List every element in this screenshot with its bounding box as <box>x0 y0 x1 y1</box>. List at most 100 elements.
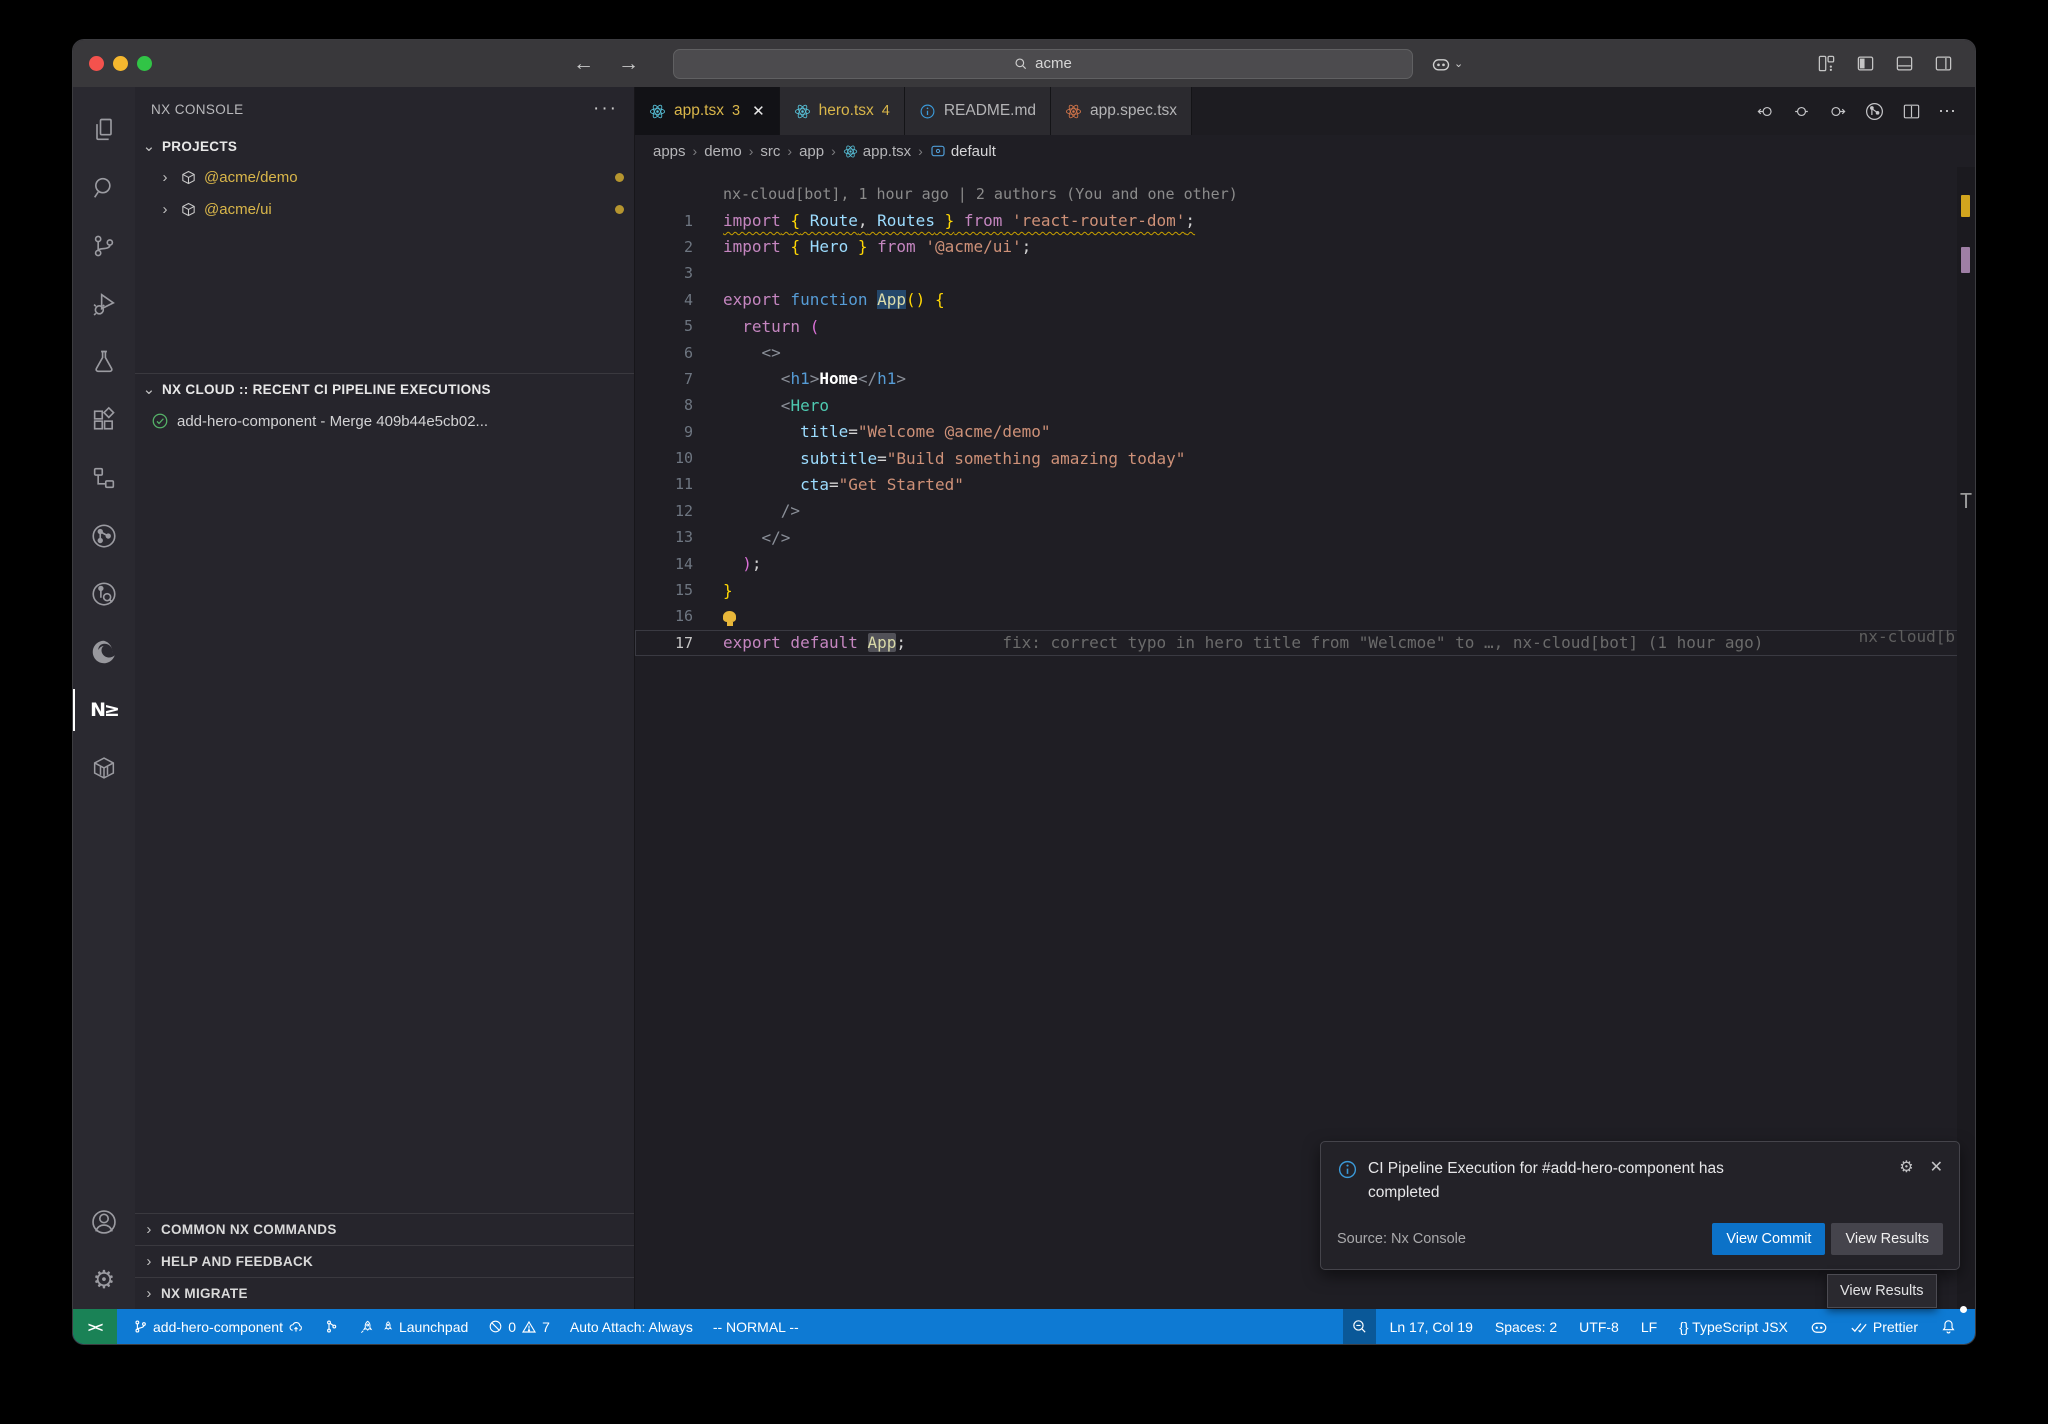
toggle-primary-sidebar-icon[interactable] <box>1856 54 1875 73</box>
breadcrumb-src[interactable]: src <box>760 143 780 160</box>
nav-back-button[interactable]: ← <box>573 52 594 76</box>
zoom-out-status-item[interactable] <box>1343 1309 1376 1344</box>
breadcrumb-app[interactable]: app <box>799 143 824 160</box>
formatter-status-item[interactable]: Prettier <box>1842 1309 1926 1344</box>
code-line[interactable]: 14 ); <box>635 550 1975 576</box>
language-mode-status-item[interactable]: {} TypeScript JSX <box>1671 1309 1796 1344</box>
code-line[interactable]: 13 </> <box>635 524 1975 550</box>
explorer-icon[interactable] <box>73 101 135 159</box>
testing-icon[interactable] <box>73 333 135 391</box>
code-line[interactable]: 3 <box>635 260 1975 286</box>
close-window-button[interactable] <box>89 56 104 71</box>
project-graph-icon[interactable] <box>73 449 135 507</box>
breadcrumb-app-tsx[interactable]: app.tsx <box>843 143 911 160</box>
launchpad-status-item[interactable]: Launchpad <box>351 1309 476 1344</box>
gitlens-icon[interactable] <box>73 565 135 623</box>
encoding-status-item[interactable]: UTF-8 <box>1571 1309 1627 1344</box>
split-editor-icon[interactable] <box>1902 102 1921 121</box>
run-debug-icon[interactable] <box>73 275 135 333</box>
notifications-bell[interactable] <box>1932 1309 1965 1344</box>
customize-layout-icon[interactable] <box>1817 54 1836 73</box>
notification-close-icon[interactable]: ✕ <box>1930 1157 1943 1177</box>
code-line[interactable]: 17export default App; fix: correct typo … <box>635 630 1975 656</box>
indentation-status-item[interactable]: Spaces: 2 <box>1487 1309 1565 1344</box>
project-item-acme-ui[interactable]: › @acme/ui <box>135 193 634 225</box>
extensions-icon[interactable] <box>73 391 135 449</box>
nav-circle-icon[interactable] <box>1792 102 1811 121</box>
chevron-right-icon: › <box>157 201 173 218</box>
sidebar-more-actions[interactable]: ··· <box>593 98 618 120</box>
ruler-warning-mark <box>1961 195 1970 217</box>
chevron-right-icon: › <box>693 143 698 159</box>
branch-indicator[interactable]: add-hero-component <box>125 1309 312 1344</box>
nav-forward-circle-icon[interactable] <box>1828 102 1847 121</box>
run-ci-icon[interactable] <box>1864 101 1885 122</box>
toggle-panel-icon[interactable] <box>1895 54 1914 73</box>
code-line[interactable]: 1import { Route, Routes } from 'react-ro… <box>635 207 1975 233</box>
code-line[interactable]: 9 title="Welcome @acme/demo" <box>635 419 1975 445</box>
tab-app-spec-tsx[interactable]: app.spec.tsx <box>1051 87 1192 135</box>
section-nx-migrate[interactable]: › NX MIGRATE <box>135 1277 634 1309</box>
search-icon[interactable] <box>73 159 135 217</box>
symbol-default-icon <box>930 143 946 159</box>
tab-app-tsx[interactable]: app.tsx 3 ✕ <box>635 87 780 135</box>
ci-pipeline-item[interactable]: add-hero-component - Merge 409b44e5cb02.… <box>135 404 634 438</box>
copilot-menu-button[interactable]: ⌄ <box>1431 54 1463 74</box>
accounts-icon[interactable] <box>73 1193 135 1251</box>
git-branch-icon <box>133 1319 148 1334</box>
code-line[interactable]: 11 cta="Get Started" <box>635 471 1975 497</box>
nav-forward-button[interactable]: → <box>618 52 639 76</box>
lightbulb-icon[interactable] <box>723 611 736 622</box>
chevron-right-icon: › <box>141 1253 157 1270</box>
view-commit-button[interactable]: View Commit <box>1712 1223 1825 1255</box>
source-control-icon[interactable] <box>73 217 135 275</box>
git-graph-status-item[interactable] <box>316 1309 347 1344</box>
code-line[interactable]: 16 <box>635 603 1975 629</box>
rocket-small-icon <box>380 1320 394 1334</box>
overview-ruler[interactable]: T <box>1957 167 1975 1309</box>
settings-gear-icon[interactable]: ⚙ <box>73 1251 135 1309</box>
command-center-search[interactable]: acme <box>673 49 1413 79</box>
react-icon <box>794 103 811 120</box>
editor-more-actions-icon[interactable]: ⋯ <box>1938 101 1957 122</box>
cursor-position-status-item[interactable]: Ln 17, Col 19 <box>1382 1309 1481 1344</box>
copilot-status-item[interactable] <box>1802 1309 1836 1344</box>
nav-back-circle-icon[interactable] <box>1756 102 1775 121</box>
notification-settings-icon[interactable]: ⚙ <box>1899 1157 1913 1177</box>
nx-cloud-section-header[interactable]: ⌄ NX CLOUD :: RECENT CI PIPELINE EXECUTI… <box>135 374 634 404</box>
auto-attach-status-item[interactable]: Auto Attach: Always <box>562 1309 701 1344</box>
code-line[interactable]: 15} <box>635 577 1975 603</box>
close-tab-icon[interactable]: ✕ <box>752 102 765 120</box>
code-line[interactable]: 2import { Hero } from '@acme/ui'; <box>635 234 1975 260</box>
projects-section-header[interactable]: ⌄ PROJECTS <box>135 131 634 161</box>
code-line[interactable]: 5 return ( <box>635 313 1975 339</box>
zoom-window-button[interactable] <box>137 56 152 71</box>
code-line[interactable]: 7 <h1>Home</h1> <box>635 366 1975 392</box>
breadcrumb-demo[interactable]: demo <box>704 143 742 160</box>
code-line[interactable]: 4export function App() { <box>635 287 1975 313</box>
toggle-secondary-sidebar-icon[interactable] <box>1934 54 1953 73</box>
vim-mode-status-item[interactable]: -- NORMAL -- <box>705 1309 807 1344</box>
section-help-and-feedback[interactable]: › HELP AND FEEDBACK <box>135 1245 634 1277</box>
code-line[interactable]: 10 subtitle="Build something amazing tod… <box>635 445 1975 471</box>
project-item-acme-demo[interactable]: › @acme/demo <box>135 161 634 193</box>
minimize-window-button[interactable] <box>113 56 128 71</box>
view-results-button[interactable]: View Results <box>1831 1223 1943 1255</box>
remote-indicator[interactable]: >< <box>73 1309 117 1344</box>
code-line[interactable]: 8 <Hero <box>635 392 1975 418</box>
code-line[interactable]: 6 <> <box>635 339 1975 365</box>
containers-icon[interactable] <box>73 739 135 797</box>
code-editor[interactable]: nx-cloud[bot], 1 hour ago | 2 authors (Y… <box>635 167 1975 1309</box>
nx-console-sidebar: NX CONSOLE ··· ⌄ PROJECTS › @acme/demo › <box>135 87 635 1309</box>
tab-readme-md[interactable]: README.md <box>905 87 1051 135</box>
code-line[interactable]: 12 /> <box>635 498 1975 524</box>
nx-console-icon[interactable]: N≥ <box>73 681 135 739</box>
edge-browser-icon[interactable] <box>73 623 135 681</box>
tab-hero-tsx[interactable]: hero.tsx 4 <box>780 87 905 135</box>
breadcrumb-default[interactable]: default <box>930 143 996 160</box>
section-common-nx-commands[interactable]: › COMMON NX COMMANDS <box>135 1213 634 1245</box>
eol-status-item[interactable]: LF <box>1633 1309 1665 1344</box>
breadcrumb-apps[interactable]: apps <box>653 143 686 160</box>
problems-status-item[interactable]: 0 7 <box>480 1309 558 1344</box>
git-graph-icon[interactable] <box>73 507 135 565</box>
